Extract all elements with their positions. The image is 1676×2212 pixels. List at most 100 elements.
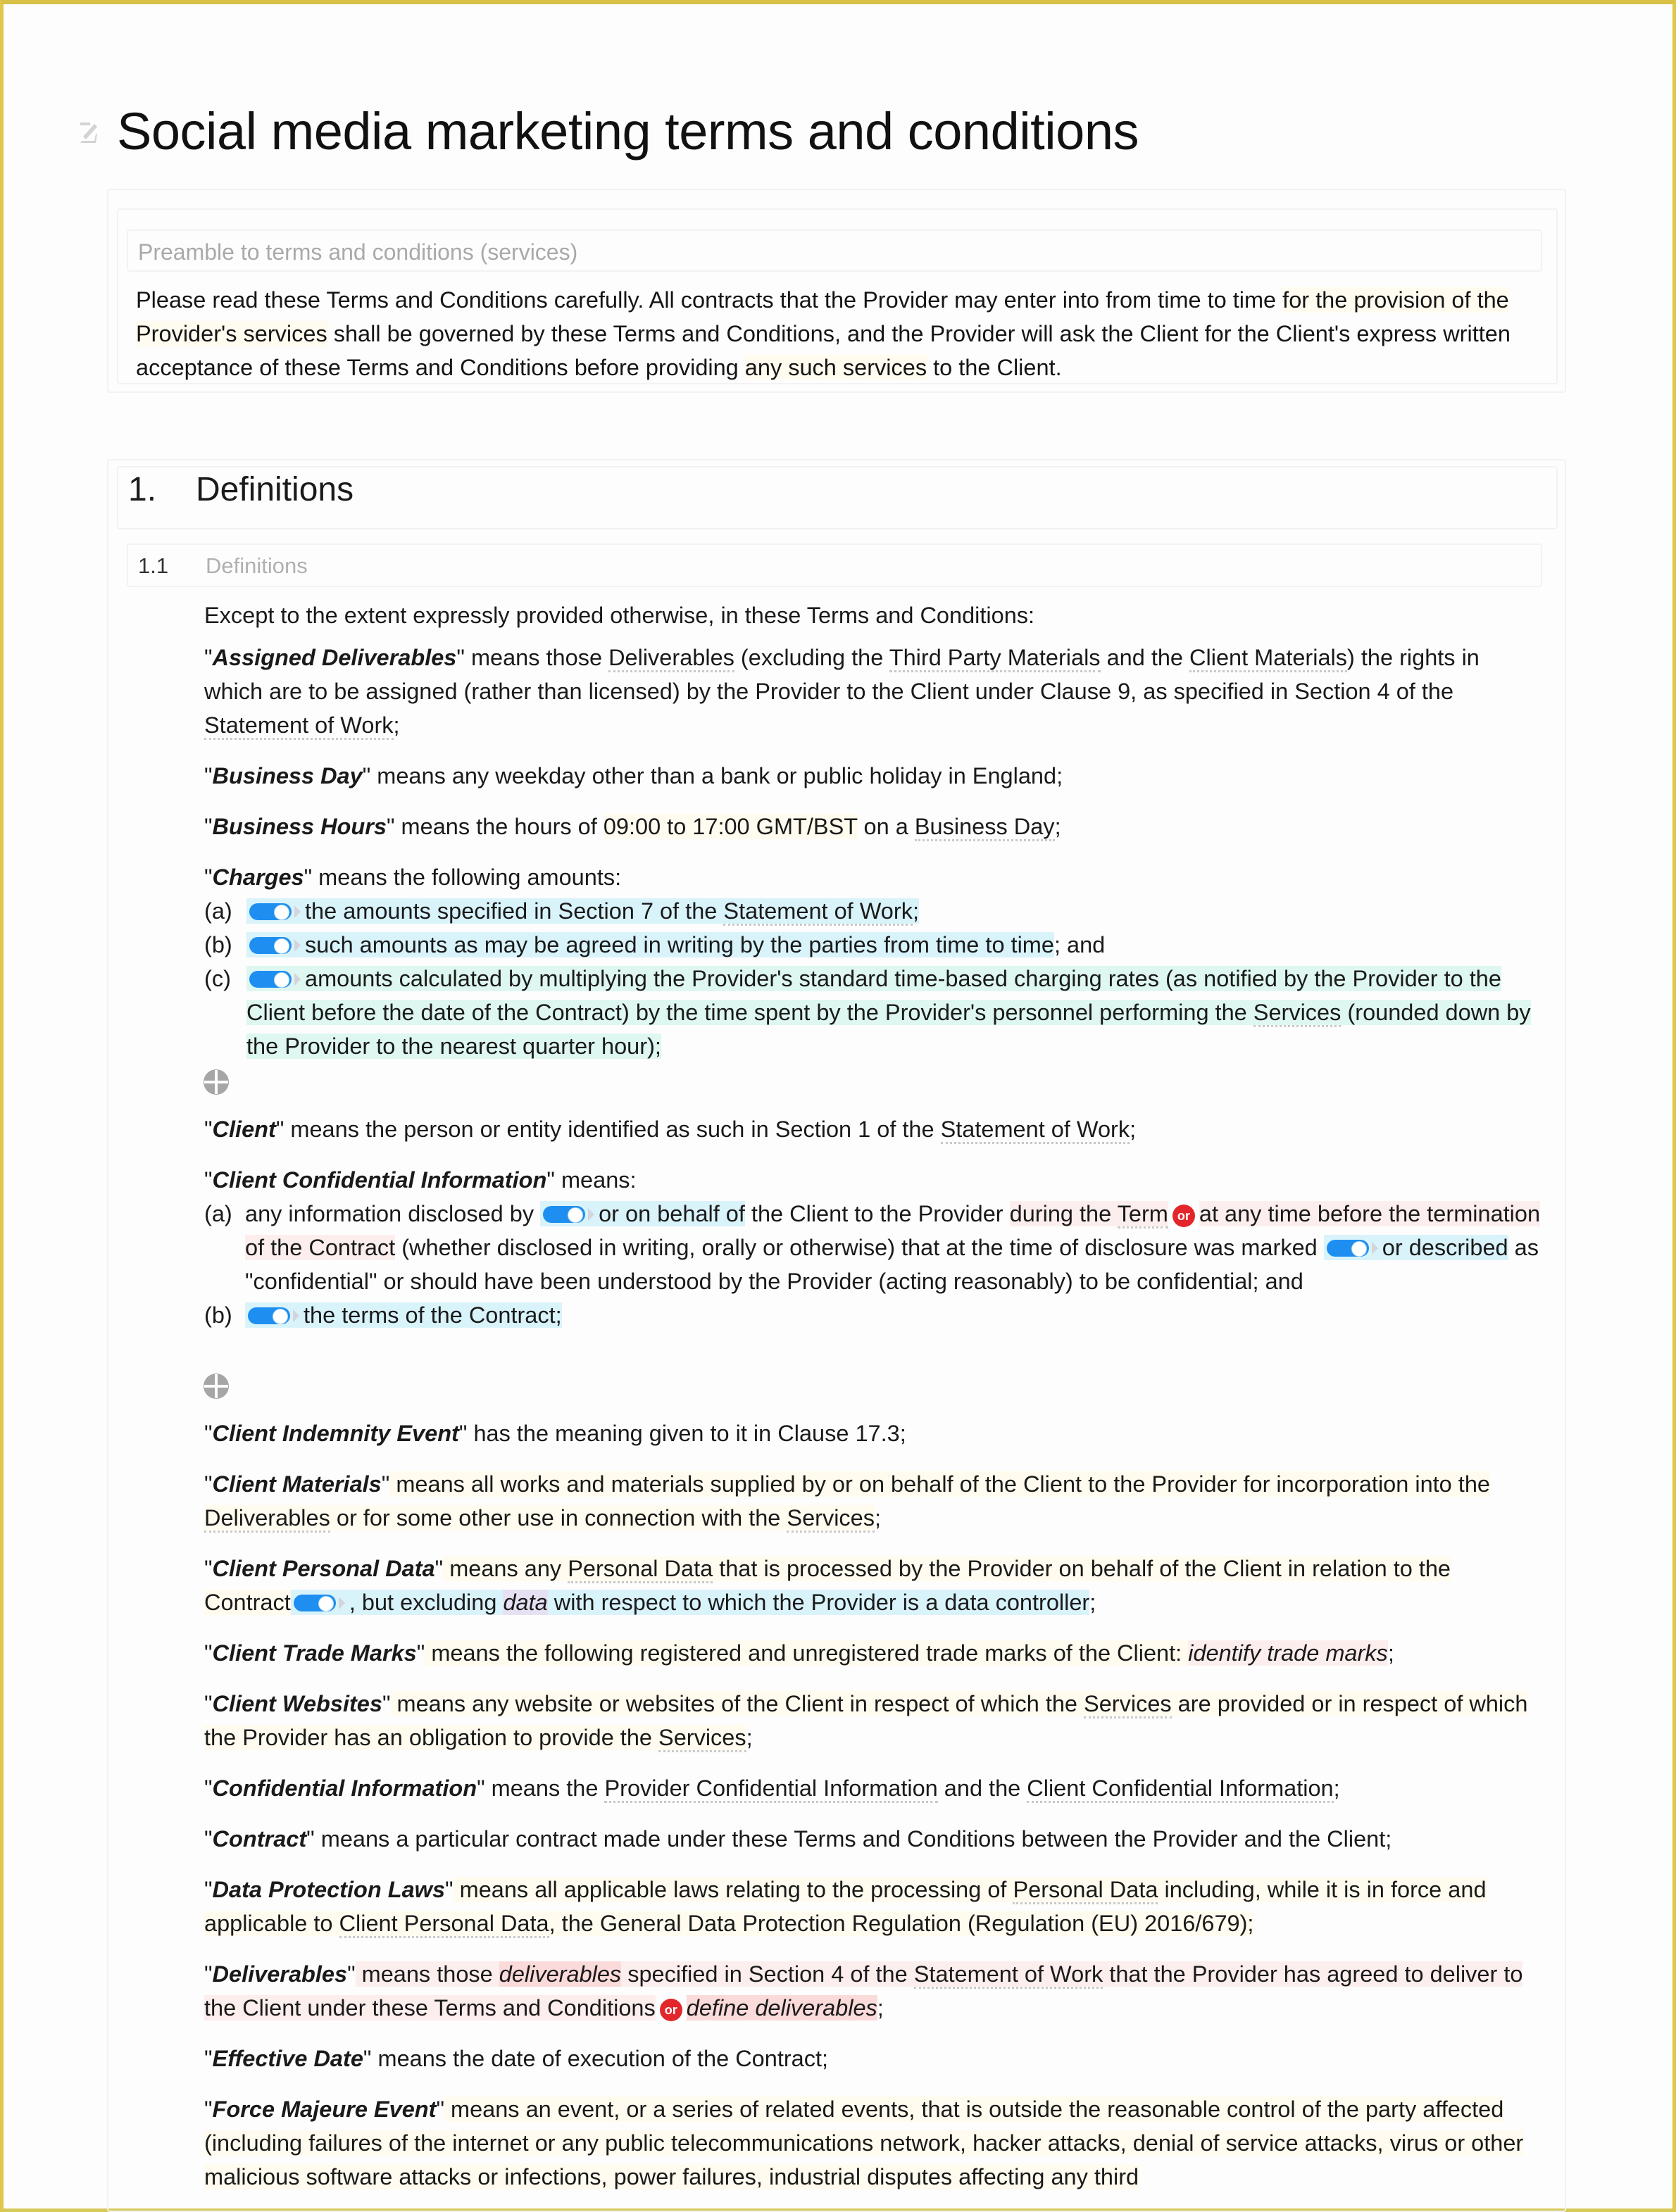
term: Charges: [212, 865, 304, 890]
definition-deliverables: "Deliverables" means those deliverables …: [204, 1961, 1523, 2021]
def-text: ;: [746, 1725, 753, 1750]
option-text: such amounts as may be agreed in writing…: [305, 932, 1054, 957]
cross-ref-link[interactable]: Term: [1117, 1201, 1168, 1228]
term: Confidential Information: [212, 1776, 477, 1801]
option-text: , but excluding: [349, 1590, 504, 1615]
cross-ref-link[interactable]: Statement of Work: [940, 1117, 1130, 1144]
expand-arrow-icon[interactable]: [294, 973, 301, 986]
term: Force Majeure Event: [212, 2097, 437, 2122]
expand-arrow-icon[interactable]: [338, 1597, 345, 1609]
def-text: ;: [877, 1995, 884, 2021]
def-text: means those: [355, 1961, 499, 1987]
cross-ref-link[interactable]: Statement of Work: [913, 1961, 1103, 1989]
section-number: 1.: [128, 471, 157, 508]
subsection-number: 1.1: [138, 553, 169, 578]
toggle-switch[interactable]: [293, 1595, 336, 1611]
cross-ref-link[interactable]: Deliverables: [204, 1505, 330, 1533]
definition-business-hours: "Business Hours" means the hours of 09:0…: [204, 810, 1542, 843]
def-text: ;: [1054, 814, 1061, 839]
cross-ref-link[interactable]: Statement of Work: [204, 712, 394, 740]
edit-icon[interactable]: [79, 120, 100, 144]
option-text: ;: [555, 1302, 562, 1328]
toggle-switch[interactable]: [249, 903, 292, 920]
definition-effective-date: "Effective Date" means the date of execu…: [204, 2046, 829, 2071]
def-text: or for some other use in connection with…: [330, 1505, 787, 1531]
cross-ref-link[interactable]: Client Confidential Information: [1027, 1776, 1334, 1803]
def-text: ;: [393, 712, 400, 738]
term: Data Protection Laws: [212, 1877, 446, 1902]
def-text: and the: [937, 1776, 1027, 1801]
def-text: means the: [484, 1776, 605, 1801]
option-text: or on behalf of: [599, 1201, 745, 1226]
list-label: (a): [204, 1201, 232, 1226]
toggle-switch[interactable]: [543, 1206, 586, 1223]
toggle-switch[interactable]: [249, 937, 292, 954]
def-text: , the General Data Protection Regulation…: [549, 1911, 1254, 1936]
cross-ref-link[interactable]: Client Materials: [1189, 645, 1348, 672]
cross-ref-link[interactable]: Personal Data: [568, 1556, 713, 1583]
toggle-switch[interactable]: [249, 971, 292, 988]
expand-arrow-icon[interactable]: [588, 1208, 595, 1221]
cross-ref-link[interactable]: Deliverables: [608, 645, 734, 672]
term: Client Websites: [212, 1691, 382, 1716]
cross-ref-link[interactable]: Business Day: [914, 814, 1055, 841]
term: Business Day: [212, 763, 363, 788]
or-badge[interactable]: or: [659, 1999, 682, 2021]
add-item-icon[interactable]: [203, 1373, 230, 1400]
expand-arrow-icon[interactable]: [293, 1309, 299, 1322]
def-text: ;: [1333, 1776, 1340, 1801]
cross-ref-link[interactable]: Services: [1253, 1000, 1342, 1027]
charges-item-a: (a) the amounts specified in Section 7 o…: [204, 894, 1542, 928]
add-item-icon[interactable]: [203, 1069, 230, 1095]
list-label: (c): [204, 966, 231, 991]
term: Assigned Deliverables: [212, 645, 457, 670]
def-text: has the meaning given to it in Clause 17…: [467, 1421, 906, 1446]
def-text: the Client to the Provider: [744, 1201, 1010, 1226]
def-text: means a particular contract made under t…: [314, 1826, 1392, 1852]
cci-item-a: (a) any information disclosed by or on b…: [204, 1197, 1542, 1298]
term: Effective Date: [212, 2046, 363, 2071]
def-text: ;: [1089, 1590, 1096, 1615]
cross-ref-link[interactable]: Provider Confidential Information: [604, 1776, 938, 1803]
def-text: means the person or entity identified as…: [284, 1117, 941, 1142]
def-text: ;: [875, 1505, 882, 1531]
expand-arrow-icon[interactable]: [294, 939, 301, 952]
cross-ref-link[interactable]: Services: [787, 1505, 875, 1533]
option-text: the amounts specified in Section 7 of th…: [305, 898, 724, 924]
variable-data[interactable]: data: [503, 1590, 548, 1615]
preamble-option-any-such[interactable]: any such services: [744, 355, 927, 380]
preamble-text-3: to the Client.: [927, 355, 1062, 380]
definition-client-indemnity-event: "Client Indemnity Event" has the meaning…: [204, 1421, 906, 1446]
cross-ref-link[interactable]: Statement of Work: [723, 898, 913, 926]
option-text: ; and: [1053, 932, 1106, 957]
toggle-switch[interactable]: [1326, 1240, 1369, 1257]
expand-arrow-icon[interactable]: [1371, 1242, 1378, 1255]
alternative-text[interactable]: during the: [1010, 1201, 1118, 1226]
definition-client-confidential-information: "Client Confidential Information" means:…: [204, 1163, 1542, 1332]
option-text: ;: [912, 898, 919, 924]
term: Client: [212, 1117, 276, 1142]
definition-client-trade-marks: "Client Trade Marks" means the following…: [204, 1640, 1394, 1666]
variable-deliverables[interactable]: deliverables: [499, 1961, 622, 1987]
cross-ref-link[interactable]: Services: [658, 1725, 746, 1752]
preamble-text-1: Please read these Terms and Conditions c…: [136, 287, 1283, 313]
def-text: means all works and materials supplied b…: [389, 1471, 1490, 1497]
definition-client: "Client" means the person or entity iden…: [204, 1112, 1542, 1146]
cross-ref-link[interactable]: Third Party Materials: [889, 645, 1101, 672]
def-text: means all applicable laws relating to th…: [453, 1877, 1013, 1902]
cross-ref-link[interactable]: Services: [1084, 1691, 1172, 1718]
toggle-switch[interactable]: [248, 1307, 290, 1324]
def-text: means the hours of: [394, 814, 604, 839]
cross-ref-link[interactable]: Client Personal Data: [339, 1911, 549, 1938]
expand-arrow-icon[interactable]: [294, 905, 301, 918]
cross-ref-link[interactable]: Personal Data: [1013, 1877, 1158, 1904]
variable-hours[interactable]: 09:00 to 17:00 GMT/BST: [603, 814, 858, 839]
definition-confidential-information: "Confidential Information" means the Pro…: [204, 1771, 1542, 1805]
variable-define-deliverables[interactable]: define deliverables: [686, 1995, 877, 2021]
title-row: Social media marketing terms and conditi…: [79, 106, 1139, 158]
variable-trade-marks[interactable]: identify trade marks: [1188, 1640, 1388, 1666]
or-badge[interactable]: or: [1172, 1205, 1195, 1227]
document-page: Social media marketing terms and conditi…: [0, 0, 1676, 2212]
definition-client-materials: "Client Materials" means all works and m…: [204, 1467, 1542, 1535]
term: Client Materials: [212, 1471, 382, 1497]
